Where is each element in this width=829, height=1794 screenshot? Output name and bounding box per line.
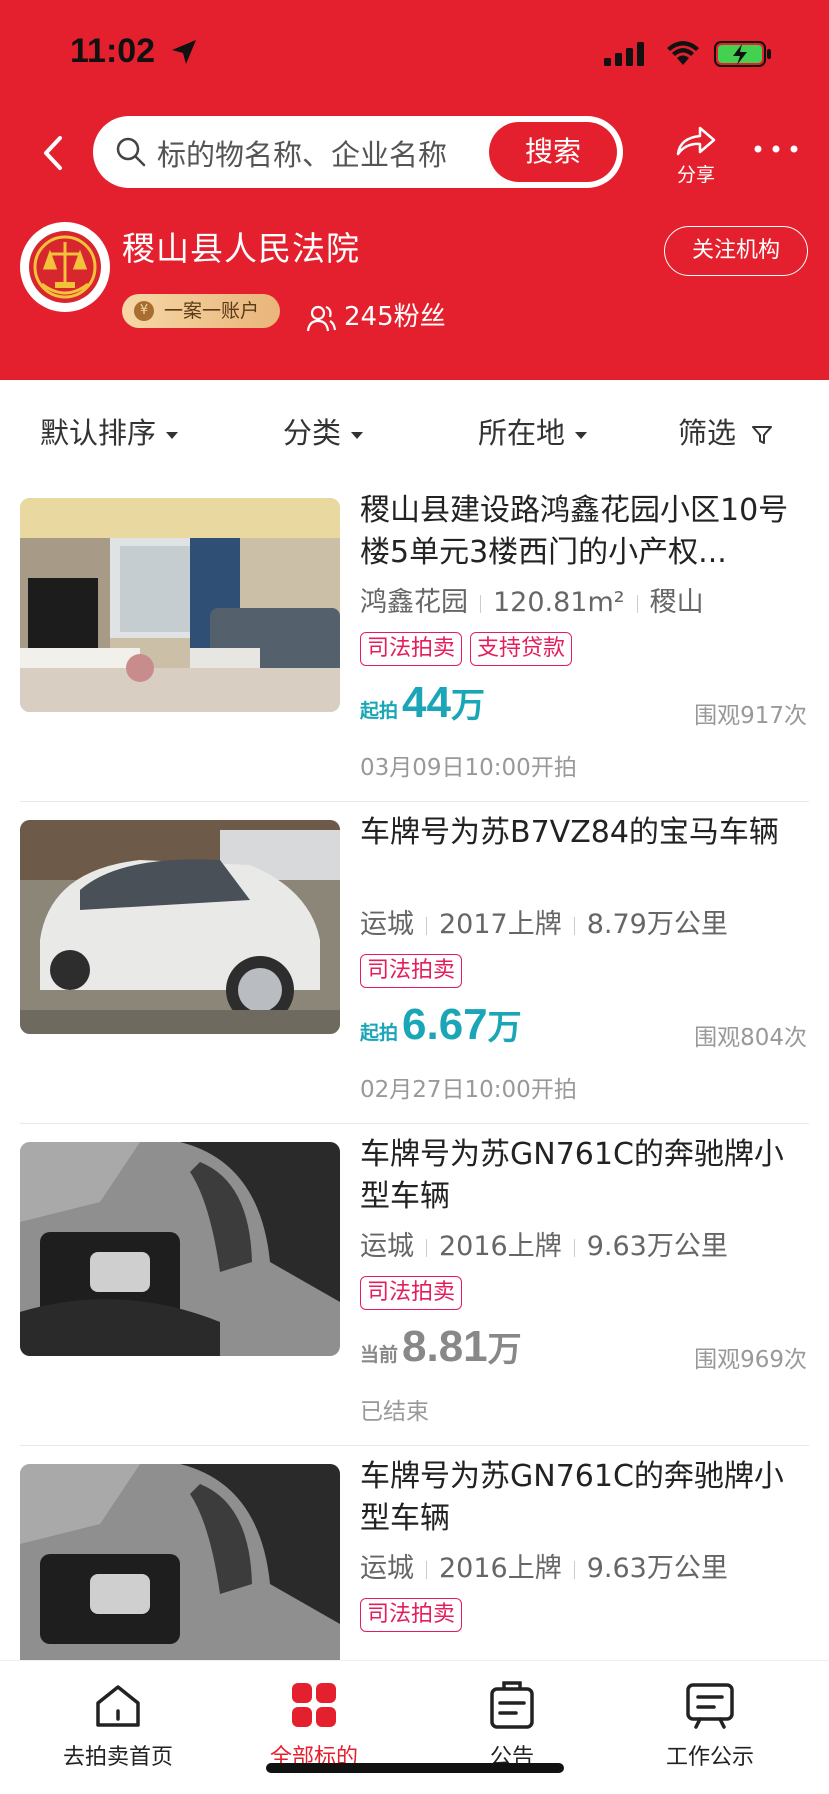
share-icon <box>676 126 716 156</box>
item-price: 起拍6.67万 <box>360 1000 522 1049</box>
caret-down-icon <box>351 431 364 439</box>
item-price: 当前8.81万 <box>360 1322 522 1371</box>
list-item[interactable]: 稷山县建设路鸿鑫花园小区10号楼5单元3楼西门的小产权... 鸿鑫花园 120.8… <box>0 480 829 802</box>
nav-announcements[interactable]: 公告 <box>432 1681 592 1771</box>
item-views: 围观804次 <box>694 1025 807 1051</box>
item-title: 车牌号为苏B7VZ84的宝马车辆 <box>360 815 779 850</box>
item-tags: 司法拍卖 <box>360 1276 470 1310</box>
coin-icon: ¥ <box>134 301 154 321</box>
search-button[interactable]: 搜索 <box>489 122 617 182</box>
wifi-icon <box>667 41 699 65</box>
filter-bar: 默认排序 分类 所在地 筛选 <box>0 380 829 480</box>
location-dropdown[interactable]: 所在地 <box>478 410 588 452</box>
caret-down-icon <box>575 431 588 439</box>
tag-loan-support: 支持贷款 <box>470 632 573 666</box>
one-case-one-account-badge[interactable]: ¥ 一案一账户 <box>122 294 280 328</box>
interior-photo <box>20 1142 340 1356</box>
nav-work-disclosure[interactable]: 工作公示 <box>630 1681 790 1771</box>
board-icon <box>686 1683 734 1729</box>
battery-icon <box>714 41 771 67</box>
sort-dropdown[interactable]: 默认排序 <box>40 410 179 452</box>
tag-judicial-auction: 司法拍卖 <box>360 954 463 988</box>
user-icon <box>306 305 337 331</box>
status-time: 11:02 <box>70 32 156 70</box>
item-views: 围观969次 <box>694 1347 807 1373</box>
item-views: 围观917次 <box>694 703 807 729</box>
tag-judicial-auction: 司法拍卖 <box>360 1276 463 1310</box>
more-options-button[interactable] <box>752 134 800 164</box>
court-header: 11:02 标的物名称、企业名称 搜索 分享 稷山县人民法院 关注机构 ¥ 一案… <box>0 0 829 380</box>
court-emblem-logo <box>20 222 110 312</box>
list-item[interactable]: 车牌号为苏B7VZ84的宝马车辆 运城 2017上牌 8.79万公里 司法拍卖 起拍… <box>0 802 829 1124</box>
item-start-time: 03月09日10:00开拍 <box>360 755 577 781</box>
search-input[interactable]: 标的物名称、企业名称 搜索 <box>93 116 623 188</box>
item-title: 车牌号为苏GN761C的奔驰牌小型车辆 <box>360 1459 784 1536</box>
share-button[interactable]: 分享 <box>668 124 724 186</box>
signal-icon <box>604 42 644 66</box>
bottom-nav: 去拍卖首页 全部标的 公告 工作公示 <box>0 1660 829 1794</box>
home-icon <box>96 1685 140 1727</box>
nav-auction-home[interactable]: 去拍卖首页 <box>38 1681 198 1771</box>
item-tags: 司法拍卖 <box>360 954 470 988</box>
room-photo <box>20 498 340 712</box>
caret-down-icon <box>166 431 179 439</box>
item-title: 稷山县建设路鸿鑫花园小区10号楼5单元3楼西门的小产权... <box>360 493 789 570</box>
tag-judicial-auction: 司法拍卖 <box>360 632 463 666</box>
item-meta: 鸿鑫花园 120.81m² 稷山 <box>360 587 704 618</box>
item-meta: 运城 2017上牌 8.79万公里 <box>360 909 728 940</box>
item-title: 车牌号为苏GN761C的奔驰牌小型车辆 <box>360 1137 784 1214</box>
fans-label: 245粉丝 <box>344 302 446 332</box>
back-button[interactable] <box>34 128 74 178</box>
item-meta: 运城 2016上牌 9.63万公里 <box>360 1231 728 1262</box>
item-price: 起拍44万 <box>360 678 485 727</box>
nav-all-items[interactable]: 全部标的 <box>234 1681 394 1771</box>
item-status: 已结束 <box>360 1399 429 1425</box>
item-tags: 司法拍卖 支持贷款 <box>360 632 580 666</box>
follow-institution-button[interactable]: 关注机构 <box>664 226 808 276</box>
category-dropdown[interactable]: 分类 <box>283 410 364 452</box>
item-start-time: 02月27日10:00开拍 <box>360 1077 577 1103</box>
item-tags: 司法拍卖 <box>360 1598 470 1632</box>
fans-count: 245粉丝 <box>306 296 446 333</box>
list-item[interactable]: 车牌号为苏GN761C的奔驰牌小型车辆 运城 2016上牌 9.63万公里 司法拍卖… <box>0 1124 829 1446</box>
search-icon <box>116 137 146 167</box>
badge-label: 一案一账户 <box>164 300 260 322</box>
share-label: 分享 <box>676 164 715 186</box>
car-photo <box>20 820 340 1034</box>
location-arrow-icon <box>172 40 196 64</box>
status-bar: 11:02 <box>0 0 829 110</box>
home-indicator <box>266 1763 564 1773</box>
search-placeholder: 标的物名称、企业名称 <box>157 138 448 172</box>
tag-judicial-auction: 司法拍卖 <box>360 1598 463 1632</box>
filter-button[interactable]: 筛选 <box>678 410 773 452</box>
grid-icon <box>292 1683 336 1727</box>
interior-photo <box>20 1464 340 1678</box>
notice-icon <box>490 1681 534 1729</box>
court-name: 稷山县人民法院 <box>122 229 360 268</box>
funnel-icon <box>752 426 773 444</box>
item-meta: 运城 2016上牌 9.63万公里 <box>360 1553 728 1584</box>
